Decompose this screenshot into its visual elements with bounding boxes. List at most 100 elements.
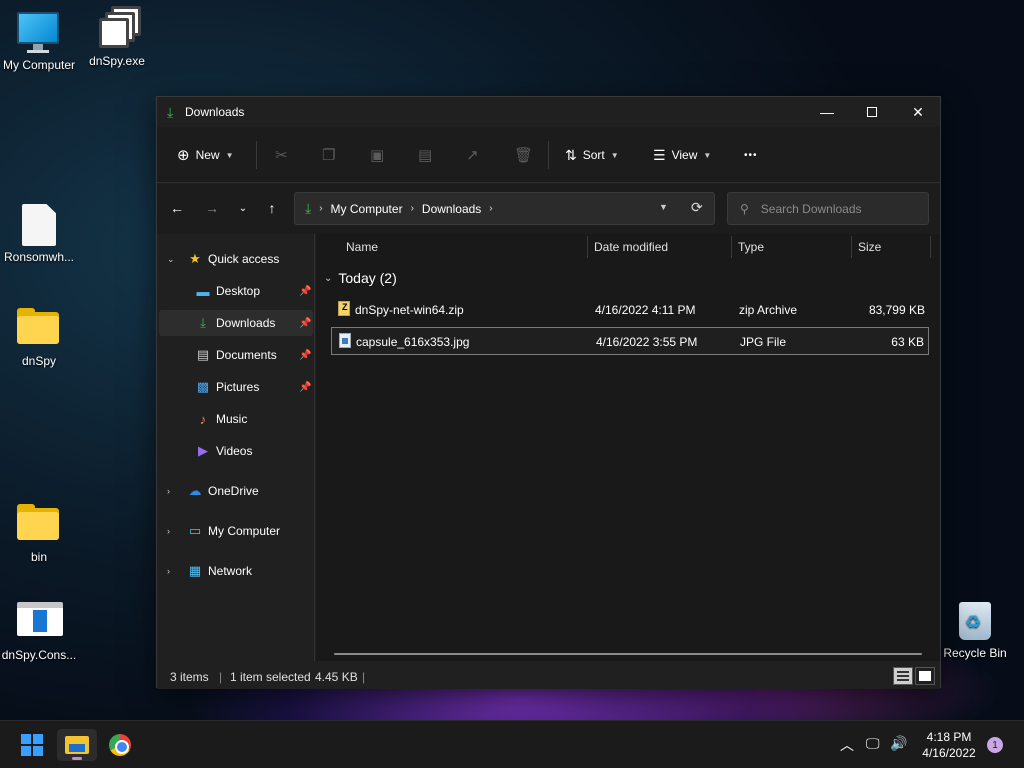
nav-onedrive[interactable]: › ☁ OneDrive bbox=[159, 478, 313, 504]
desktop-icon-label: Ronsomwh... bbox=[3, 250, 75, 264]
nav-item-music[interactable]: ♪ Music bbox=[159, 406, 313, 432]
app-stack-icon bbox=[93, 6, 141, 50]
status-bar: 3 items | 1 item selected 4.45 KB | bbox=[157, 663, 940, 689]
status-size: 4.45 KB bbox=[315, 670, 358, 684]
column-divider[interactable] bbox=[851, 236, 852, 258]
back-button[interactable]: ← bbox=[166, 197, 188, 219]
search-input[interactable] bbox=[760, 201, 911, 216]
column-divider[interactable] bbox=[587, 236, 588, 258]
address-bar[interactable]: ⤓ › My Computer › Downloads › ▼ ⟳ bbox=[294, 192, 715, 225]
volume-icon[interactable]: 🔊 bbox=[890, 735, 907, 752]
paste-button[interactable]: ▣ bbox=[370, 141, 384, 169]
minimize-button[interactable]: — bbox=[804, 97, 850, 127]
file-name: dnSpy-net-win64.zip bbox=[355, 303, 464, 317]
documents-icon: ▤ bbox=[196, 347, 210, 362]
group-header-today[interactable]: ⌄ Today (2) bbox=[324, 270, 397, 286]
notification-badge[interactable]: 1 bbox=[987, 737, 1003, 753]
nav-item-videos[interactable]: ▶ Videos bbox=[159, 438, 313, 464]
view-button[interactable]: ☰ View ▼ bbox=[653, 141, 711, 169]
clock-time: 4:18 PM bbox=[926, 730, 972, 744]
breadcrumb-my-computer[interactable]: My Computer bbox=[331, 202, 403, 216]
recent-locations-button[interactable]: ⌄ bbox=[232, 197, 254, 219]
desktop-icon: ▬ bbox=[196, 283, 210, 299]
file-row[interactable]: dnSpy-net-win64.zip 4/16/2022 4:11 PM zip … bbox=[331, 296, 929, 324]
pin-icon: 📌 bbox=[299, 285, 312, 297]
forward-button[interactable]: → bbox=[201, 197, 223, 219]
file-row[interactable]: capsule_616x353.jpg 4/16/2022 3:55 PM JPG … bbox=[331, 327, 929, 355]
column-divider[interactable] bbox=[731, 236, 732, 258]
nav-my-computer[interactable]: › ▭ My Computer bbox=[159, 518, 313, 544]
desktop-icon-ronsomwh[interactable]: Ronsomwh... bbox=[0, 204, 79, 264]
title-bar[interactable]: ⤓ Downloads — ✕ bbox=[157, 97, 940, 127]
desktop-icon-dnspy-folder[interactable]: dnSpy bbox=[0, 306, 79, 368]
column-header-type[interactable]: Type bbox=[738, 234, 764, 260]
file-size: 83,799 KB bbox=[868, 303, 925, 317]
clock-date: 4/16/2022 bbox=[922, 746, 976, 760]
pictures-icon: ▩ bbox=[196, 379, 210, 394]
copy-icon: ❐ bbox=[322, 147, 336, 164]
copy-button[interactable]: ❐ bbox=[322, 141, 335, 169]
image-file-icon bbox=[339, 333, 351, 348]
start-button[interactable] bbox=[12, 729, 52, 761]
chevron-down-icon: ▼ bbox=[703, 150, 712, 160]
maximize-button[interactable] bbox=[849, 97, 895, 127]
search-box[interactable]: ⚲ bbox=[727, 192, 929, 225]
desktop-icon-dnspy-exe[interactable]: dnSpy.exe bbox=[77, 6, 157, 68]
nav-network[interactable]: › ▦ Network bbox=[159, 558, 313, 584]
chevron-down-icon[interactable]: ⌄ bbox=[167, 254, 175, 265]
details-view-icon bbox=[897, 671, 909, 681]
chevron-right-icon[interactable]: › bbox=[167, 486, 170, 496]
close-button[interactable]: ✕ bbox=[895, 97, 941, 127]
file-type: JPG File bbox=[740, 335, 787, 349]
taskbar-chrome[interactable] bbox=[100, 729, 140, 761]
chevron-down-icon: ▼ bbox=[225, 150, 234, 160]
nav-item-documents[interactable]: ▤ Documents 📌 bbox=[159, 342, 313, 368]
chevron-right-icon[interactable]: › bbox=[167, 566, 170, 576]
view-lines-icon: ☰ bbox=[653, 146, 666, 163]
column-divider[interactable] bbox=[930, 236, 931, 258]
show-hidden-icons-button[interactable]: ︿ bbox=[840, 735, 854, 755]
taskbar-file-explorer[interactable] bbox=[57, 729, 97, 761]
status-divider: | bbox=[362, 670, 366, 684]
column-header-size[interactable]: Size bbox=[858, 234, 881, 260]
plus-circle-icon: ⊕ bbox=[177, 147, 190, 164]
rename-icon: ▤ bbox=[418, 147, 433, 164]
more-options-button[interactable]: ••• bbox=[744, 141, 758, 169]
active-indicator bbox=[72, 757, 82, 760]
nav-quick-access[interactable]: ⌄ ★ Quick access bbox=[159, 246, 313, 272]
desktop-icon-bin-folder[interactable]: bin bbox=[0, 502, 79, 564]
new-button[interactable]: ⊕ New ▼ bbox=[177, 141, 234, 169]
large-icons-view-button[interactable] bbox=[915, 667, 935, 685]
clock[interactable]: 4:18 PM 4/16/2022 bbox=[916, 729, 982, 761]
nav-item-pictures[interactable]: ▩ Pictures 📌 bbox=[159, 374, 313, 400]
status-divider: | bbox=[219, 670, 223, 684]
sort-button[interactable]: ⇅ Sort ▼ bbox=[565, 141, 619, 169]
share-button[interactable]: ↗ bbox=[466, 141, 479, 169]
nav-item-desktop[interactable]: ▬ Desktop 📌 bbox=[159, 278, 313, 304]
delete-button[interactable]: 🗑 bbox=[514, 141, 533, 169]
refresh-icon[interactable]: ⟳ bbox=[691, 199, 703, 216]
nav-item-downloads[interactable]: ⤓ Downloads 📌 bbox=[159, 310, 313, 336]
chevron-right-icon[interactable]: › bbox=[167, 526, 170, 536]
navigation-pane: ⌄ ★ Quick access ▬ Desktop 📌 ⤓ Downloads… bbox=[157, 234, 315, 661]
address-row: ← → ⌄ ↑ ⤓ › My Computer › Downloads › ▼ … bbox=[157, 184, 940, 234]
column-header-date[interactable]: Date modified bbox=[594, 234, 668, 260]
view-button-label: View bbox=[671, 148, 698, 162]
network-icon[interactable]: 🖵 bbox=[866, 735, 880, 752]
up-button[interactable]: ↑ bbox=[261, 197, 283, 219]
pin-icon: 📌 bbox=[299, 317, 312, 329]
column-header-name[interactable]: Name bbox=[346, 234, 378, 260]
cut-button[interactable]: ✂ bbox=[275, 141, 288, 169]
desktop-icon-dnspy-console[interactable]: dnSpy.Cons... bbox=[0, 600, 79, 662]
rename-button[interactable]: ▤ bbox=[418, 141, 432, 169]
horizontal-scrollbar[interactable] bbox=[334, 653, 922, 655]
download-arrow-icon: ⤓ bbox=[167, 104, 174, 120]
desktop-icon-recycle-bin[interactable]: ♻ Recycle Bin bbox=[935, 598, 1015, 660]
address-dropdown-icon[interactable]: ▼ bbox=[659, 202, 668, 212]
new-button-label: New bbox=[195, 148, 220, 162]
download-arrow-icon: ⤓ bbox=[200, 315, 206, 330]
file-type: zip Archive bbox=[739, 303, 798, 317]
details-view-button[interactable] bbox=[893, 667, 913, 685]
desktop-icon-my-computer[interactable]: My Computer bbox=[0, 10, 79, 72]
breadcrumb-downloads[interactable]: Downloads bbox=[422, 202, 481, 216]
